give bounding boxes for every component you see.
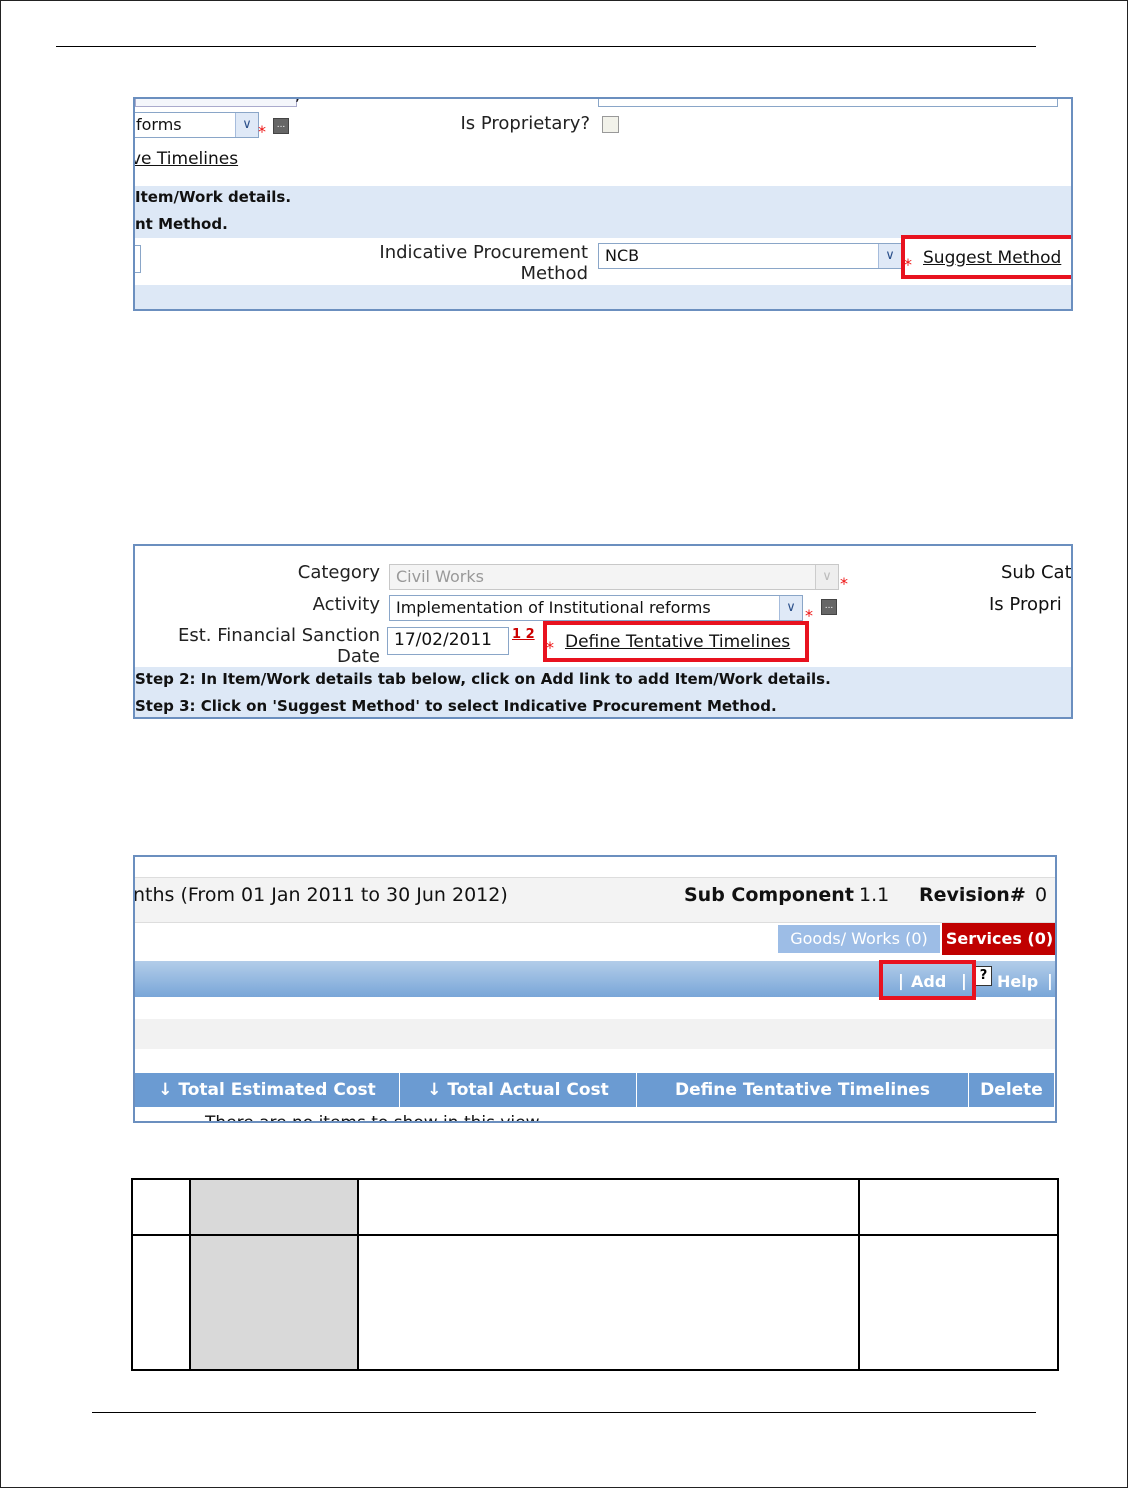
help-link[interactable]: Help [997,972,1038,991]
table-header: ↓ Total Estimated Cost ↓ Total Actual Co… [135,1073,1055,1109]
header-rule [56,46,1036,47]
toolbar-separator: | [1047,971,1053,990]
step3-text: Step 3: Click on 'Suggest Method' to sel… [135,697,777,715]
chevron-down-icon[interactable]: ∨ [235,113,258,137]
sort-arrow-icon: ↓ [427,1080,442,1100]
chevron-down-icon[interactable]: ∨ [779,596,802,620]
step3-text: nt Method. [135,215,228,233]
cut-select-top [598,99,1058,107]
col-define-timelines: Define Tentative Timelines [637,1073,969,1107]
is-proprietary-checkbox[interactable] [602,116,619,133]
is-proprietary-label: Is Proprietary? [460,113,590,134]
table-column-divider [858,1180,860,1369]
table-row-divider [133,1234,1057,1236]
required-marker: * [258,122,266,141]
step2-text: Step 2: In Item/Work details tab below, … [135,670,831,688]
procurement-method-select[interactable]: NCB ∨ [598,243,902,269]
sort-arrow-icon: ↓ [158,1080,173,1100]
procurement-method-label: Indicative Procurement Method [379,242,588,284]
period-text: nths (From 01 Jan 2011 to 30 Jun 2012) [133,884,508,906]
sanction-date-label: Est. Financial Sanction Date [177,625,380,667]
revision-label: Revision# [919,884,1026,906]
col-label: Total Estimated Cost [178,1080,376,1100]
highlight-box-define-timelines [543,621,809,662]
activity-select[interactable]: forms ∨ [135,112,259,138]
required-marker: * [840,574,848,593]
ellipsis-button[interactable]: ... [821,599,837,615]
chevron-down-icon[interactable]: ∨ [878,244,901,268]
ellipsis-icon: ... [276,120,286,130]
calendar-icon[interactable]: 1 2 [512,627,535,642]
col-total-estimated-cost[interactable]: ↓ Total Estimated Cost [135,1073,400,1107]
sub-category-label: Sub Cat [1001,562,1072,583]
document-table [131,1178,1059,1371]
trailing-comma: , [295,99,300,104]
bottom-band [135,285,1071,309]
sanction-date-value: 17/02/2011 [394,630,492,650]
shaded-column [191,1180,359,1369]
activity-select[interactable]: Implementation of Institutional reforms … [389,595,803,621]
empty-message: There are no items to show in this view. [205,1113,544,1123]
table-column-divider [357,1180,359,1369]
cut-input-top [135,99,297,107]
ellipsis-button[interactable]: ... [273,118,289,134]
step2-text: Item/Work details. [135,188,292,206]
help-icon[interactable]: ? [975,966,992,986]
footer-rule [92,1412,1036,1413]
tab-services[interactable]: Services (0) [942,923,1055,955]
sub-component-value: 1.1 [859,884,890,906]
table-column-divider [189,1180,191,1369]
category-value: Civil Works [396,567,484,586]
revision-value: 0 [1035,884,1048,906]
category-label: Category [297,562,380,583]
col-label: Total Actual Cost [447,1080,609,1100]
ellipsis-icon: ... [824,601,834,611]
highlight-box-add [879,960,976,1000]
activity-value: Implementation of Institutional reforms [396,598,711,617]
col-total-actual-cost[interactable]: ↓ Total Actual Cost [400,1073,637,1107]
col-label: Define Tentative Timelines [675,1080,930,1100]
define-timelines-link[interactable]: ve Timelines [135,149,238,169]
tab-goods-works[interactable]: Goods/ Works (0) [778,925,940,953]
sub-component-label: Sub Component [684,884,854,906]
cut-input-left [135,245,141,273]
chevron-down-icon: ∨ [815,565,838,589]
col-label: Delete [980,1080,1043,1100]
procurement-method-value: NCB [605,246,640,265]
col-delete: Delete [969,1073,1055,1107]
is-proprietary-label: Is Propri [989,594,1062,615]
highlight-box-suggest-method [901,235,1071,279]
category-select[interactable]: Civil Works ∨ [389,564,839,590]
screenshot-suggest-method: , forms ∨ * ... Is Proprietary? ve Timel… [133,97,1073,311]
screenshot-add-item: nths (From 01 Jan 2011 to 30 Jun 2012) S… [133,855,1057,1123]
activity-value: forms [136,115,182,134]
screenshot-define-timelines: Category Civil Works ∨ * Activity Implem… [133,544,1073,719]
sanction-date-input[interactable]: 17/02/2011 [387,627,509,655]
stripe-row [135,1019,1055,1049]
activity-label: Activity [312,594,380,615]
